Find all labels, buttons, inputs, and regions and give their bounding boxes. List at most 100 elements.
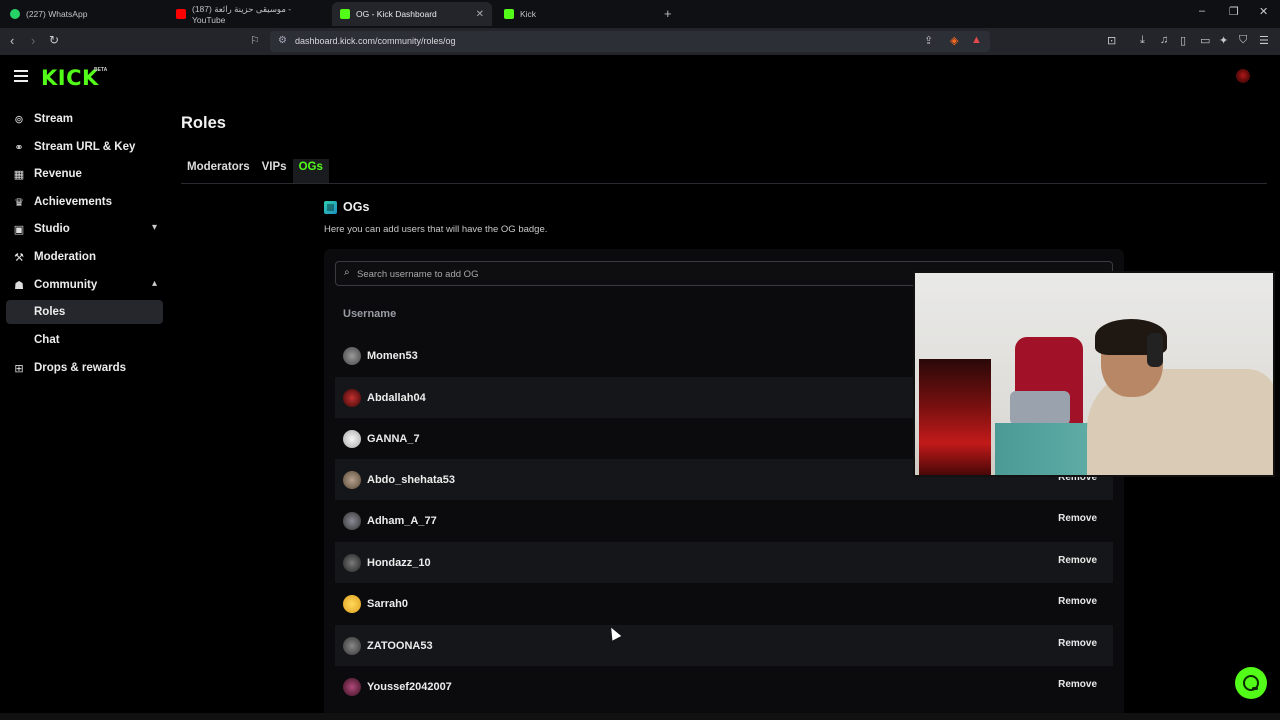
kick-favicon-icon xyxy=(340,9,350,19)
username: Youssef2042007 xyxy=(367,680,452,693)
headset xyxy=(1147,333,1163,367)
hamburger-menu-icon[interactable] xyxy=(14,70,28,82)
media-icon[interactable]: ♫ xyxy=(1160,34,1168,46)
avatar xyxy=(343,346,361,365)
tab-ogs[interactable]: OGs xyxy=(292,159,329,183)
address-bar[interactable]: ⚙ dashboard.kick.com/community/roles/og … xyxy=(270,31,990,52)
menu-icon[interactable]: ☰ xyxy=(1259,34,1269,47)
restore-icon[interactable]: ❐ xyxy=(1229,5,1239,18)
sidebar-item-label: Studio xyxy=(34,223,70,235)
table-row: Youssef2042007 Remove xyxy=(335,666,1113,707)
reload-icon[interactable]: ↻ xyxy=(49,33,59,47)
site-info-icon[interactable]: ⚙ xyxy=(278,35,287,46)
forward-icon[interactable]: › xyxy=(31,33,35,48)
column-header-username: Username xyxy=(343,308,397,320)
browser-tab-kick[interactable]: Kick xyxy=(496,2,658,26)
remove-button[interactable]: Remove xyxy=(1050,592,1105,611)
avatar xyxy=(343,388,361,407)
sidebar-item-chat[interactable]: Chat xyxy=(6,328,163,352)
page-title: Roles xyxy=(181,114,226,132)
vpn-icon[interactable]: ⛉ xyxy=(1239,34,1247,47)
wallet-icon[interactable]: ▭ xyxy=(1200,34,1210,47)
tab-title: (227) WhatsApp xyxy=(26,9,88,19)
avatar xyxy=(343,677,361,696)
sidebar-item-label: Community xyxy=(34,279,98,291)
sidebar-item-stream-url-key[interactable]: ⚭ Stream URL & Key xyxy=(6,135,163,159)
username: Momen53 xyxy=(367,349,418,362)
tab-vips[interactable]: VIPs xyxy=(256,159,293,183)
sidebar-item-studio[interactable]: ▣ Studio ▾ xyxy=(6,217,163,241)
sidebar-item-stream[interactable]: ⊚ Stream xyxy=(6,107,163,131)
remove-button[interactable]: Remove xyxy=(1050,509,1105,528)
search-icon: ⌕ xyxy=(344,267,350,278)
browser-toolbar: ‹ › ↻ ⚐ ⚙ dashboard.kick.com/community/r… xyxy=(0,28,1280,55)
avatar xyxy=(343,470,361,489)
username: GANNA_7 xyxy=(367,432,420,445)
sidebar-item-label: Roles xyxy=(34,306,66,318)
share-icon[interactable]: ⇪ xyxy=(924,34,933,47)
close-window-icon[interactable]: ✕ xyxy=(1259,5,1268,18)
leo-ai-icon[interactable]: ✦ xyxy=(1219,34,1228,47)
sidebar-item-label: Achievements xyxy=(34,196,112,208)
avatar xyxy=(343,636,361,655)
username: Abdo_shehata53 xyxy=(367,473,456,486)
sidebar-item-community[interactable]: ☗ Community ▴ xyxy=(6,273,163,297)
table-row: ZATOONA53 Remove xyxy=(335,625,1113,666)
table-row: Hondazz_10 Remove xyxy=(335,542,1113,583)
tab-title: (187) موسيقى حزينة رائعة - YouTube xyxy=(192,3,292,25)
sidebar-item-moderation[interactable]: ⚒ Moderation xyxy=(6,245,163,269)
new-tab-button[interactable]: + xyxy=(664,6,672,21)
user-avatar[interactable] xyxy=(1236,69,1250,83)
remove-button[interactable]: Remove xyxy=(1050,551,1105,570)
trophy-icon: ♛ xyxy=(14,196,24,209)
support-chat-icon[interactable] xyxy=(1235,667,1267,699)
sidebar-toggle-icon[interactable]: ▯ xyxy=(1180,34,1186,47)
beta-label: BETA xyxy=(94,67,108,73)
sidebar-item-label: Drops & rewards xyxy=(34,362,127,374)
community-icon: ☗ xyxy=(14,279,24,292)
tab-moderators[interactable]: Moderators xyxy=(181,159,256,183)
og-badge-icon xyxy=(324,200,337,214)
back-icon[interactable]: ‹ xyxy=(10,33,14,48)
sidebar-item-label: Stream xyxy=(34,113,73,125)
section-description: Here you can add users that will have th… xyxy=(324,224,548,235)
download-icon[interactable]: ⤓ xyxy=(1140,34,1145,47)
avatar xyxy=(343,553,361,572)
browser-tab-youtube[interactable]: (187) موسيقى حزينة رائعة - YouTube xyxy=(168,2,330,26)
sidebar-item-drops-rewards[interactable]: ⊞ Drops & rewards xyxy=(6,356,163,380)
remove-button[interactable]: Remove xyxy=(1050,675,1105,694)
tab-title: OG - Kick Dashboard xyxy=(356,9,437,19)
chevron-down-icon: ▾ xyxy=(151,222,157,233)
brave-shields-icon[interactable]: ◈ xyxy=(950,34,958,47)
tab-search-icon[interactable]: ⊡ xyxy=(1107,34,1116,47)
sidebar-item-revenue[interactable]: ▦ Revenue xyxy=(6,162,163,186)
username: ZATOONA53 xyxy=(367,639,433,652)
avatar xyxy=(343,429,361,448)
tab-title: Kick xyxy=(520,9,537,19)
chart-icon: ▦ xyxy=(13,168,25,181)
tabs-divider xyxy=(181,183,1267,184)
close-tab-icon[interactable]: ✕ xyxy=(476,9,484,20)
username: Hondazz_10 xyxy=(367,556,431,569)
minimize-icon[interactable]: – xyxy=(1199,5,1205,17)
roles-tabs: Moderators VIPs OGs xyxy=(181,159,329,183)
youtube-icon xyxy=(176,9,186,19)
remove-button[interactable]: Remove xyxy=(1050,634,1105,653)
sidebar-item-label: Stream URL & Key xyxy=(34,141,136,153)
whatsapp-icon xyxy=(10,9,20,19)
browser-tab-kick-dashboard[interactable]: OG - Kick Dashboard ✕ xyxy=(332,2,492,26)
kick-logo[interactable]: KICK xyxy=(41,66,99,90)
sidebar-item-roles[interactable]: Roles xyxy=(6,300,163,324)
sidebar-item-achievements[interactable]: ♛ Achievements xyxy=(6,190,163,214)
section-header: OGs xyxy=(324,200,369,214)
username: Abdallah04 xyxy=(367,391,426,404)
bookmark-icon[interactable]: ⚐ xyxy=(250,34,260,47)
section-heading: OGs xyxy=(343,200,370,214)
table-row: Sarrah0 Remove xyxy=(335,583,1113,624)
sidebar-item-label: Chat xyxy=(34,334,60,346)
browser-tab-whatsapp[interactable]: (227) WhatsApp xyxy=(2,2,166,26)
broadcast-icon: ⊚ xyxy=(14,113,24,126)
pc-case xyxy=(919,359,991,475)
brave-rewards-icon[interactable]: ▲ xyxy=(971,34,982,46)
pillow xyxy=(1010,391,1070,425)
